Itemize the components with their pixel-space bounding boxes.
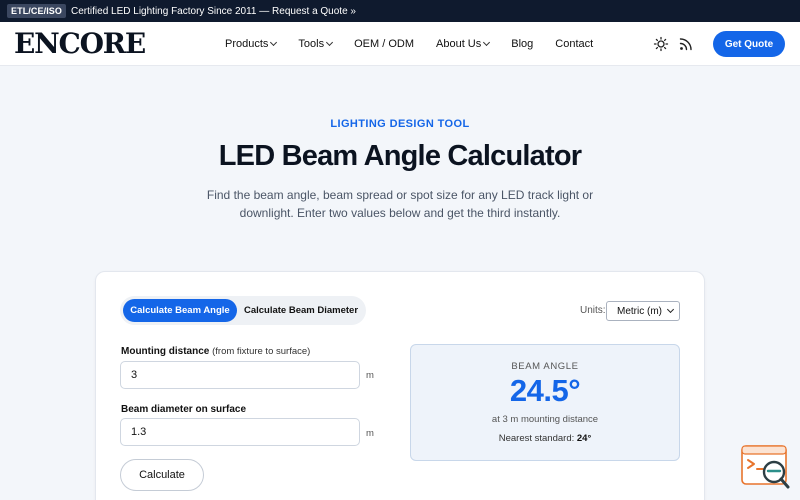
- units-label: Units:: [580, 305, 606, 316]
- tab-calculate-beam-angle[interactable]: Calculate Beam Angle: [123, 299, 237, 322]
- result-value: 24.5°: [509, 373, 581, 408]
- nav-tools[interactable]: Tools: [298, 38, 334, 50]
- tab-calculate-beam-diameter[interactable]: Calculate Beam Diameter: [241, 299, 361, 322]
- result-note: at 3 m mounting distance: [491, 414, 599, 425]
- mounting-distance-label: Mounting distance (from fixture to surfa…: [121, 346, 310, 357]
- field-label-text: Mounting distance: [121, 346, 210, 357]
- section-kicker: LIGHTING DESIGN TOOL: [330, 118, 470, 130]
- page-subtitle: Find the beam angle, beam spread or spot…: [206, 188, 594, 220]
- nav-label: OEM / ODM: [354, 38, 414, 50]
- nav-products[interactable]: Products: [225, 38, 278, 50]
- page-title: LED Beam Angle Calculator: [218, 140, 582, 172]
- chevron-down-icon: [270, 38, 278, 47]
- nav-oem-odm[interactable]: OEM / ODM: [354, 38, 414, 50]
- nav-label: Blog: [511, 38, 534, 50]
- units-select[interactable]: Metric (m): [606, 301, 680, 321]
- field-hint: (from fixture to surface): [212, 346, 311, 357]
- nav-label: Products: [225, 38, 269, 50]
- mounting-distance-input[interactable]: 3: [120, 361, 360, 389]
- chat-search-widget-icon[interactable]: [740, 444, 792, 492]
- chevron-down-icon: [483, 38, 491, 47]
- logo[interactable]: ENCORE: [14, 28, 146, 60]
- unit-label: m: [366, 370, 374, 381]
- result-label: BEAM ANGLE: [511, 361, 579, 372]
- rss-icon[interactable]: [678, 36, 694, 52]
- announcement-text[interactable]: Certified LED Lighting Factory Since 201…: [71, 6, 356, 17]
- nav-about-us[interactable]: About Us: [436, 38, 491, 50]
- nearest-standard-value: 24°: [576, 433, 592, 444]
- field-label-text: Beam diameter on surface: [121, 404, 247, 415]
- unit-label: m: [366, 428, 374, 439]
- input-value: 3: [131, 369, 138, 381]
- certification-badge: ETL/CE/ISO: [7, 4, 67, 18]
- units-value: Metric (m): [617, 305, 662, 317]
- nearest-standard-label: Nearest standard:: [498, 433, 575, 444]
- nearest-standard: Nearest standard: 24°: [410, 433, 680, 444]
- sun-icon[interactable]: [653, 36, 669, 52]
- chevron-down-icon: [666, 305, 675, 314]
- nav-label: Tools: [298, 38, 325, 50]
- site-header: ENCORE Products Tools OEM / ODM About Us…: [0, 22, 800, 66]
- nav-blog[interactable]: Blog: [511, 38, 533, 50]
- beam-diameter-input[interactable]: 1.3: [120, 418, 360, 446]
- announcement-bar[interactable]: ETL/CE/ISO Certified LED Lighting Factor…: [0, 0, 800, 22]
- chevron-down-icon: [326, 38, 334, 47]
- nav-label: Contact: [555, 38, 594, 50]
- nav-label: About Us: [436, 38, 482, 50]
- nav-contact[interactable]: Contact: [555, 38, 593, 50]
- get-quote-button[interactable]: Get Quote: [713, 31, 785, 57]
- calculate-button[interactable]: Calculate: [120, 459, 204, 491]
- input-value: 1.3: [131, 426, 147, 438]
- main-nav: Products Tools OEM / ODM About Us Blog C…: [225, 22, 615, 66]
- beam-diameter-label: Beam diameter on surface: [121, 404, 246, 415]
